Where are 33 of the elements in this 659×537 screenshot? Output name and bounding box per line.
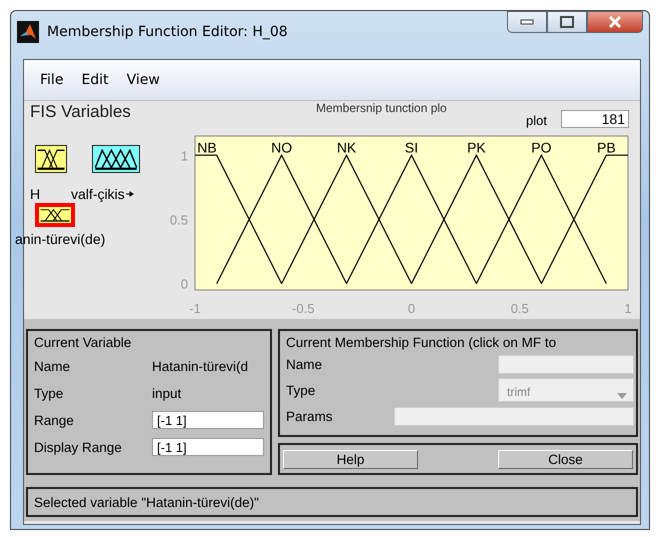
axis-tick-label: 0 — [180, 276, 188, 292]
window-title: Membership Function Editor: H_08 — [47, 24, 288, 40]
curve-label: PB — [597, 139, 616, 156]
curve-label: SI — [404, 139, 418, 156]
axis-tick-label: 0 — [408, 301, 416, 316]
variable-label: valf-çikis — [71, 186, 134, 202]
axis-tick-label: -0.5 — [292, 301, 314, 316]
status-text: Selected variable "Hatanin-türevi(de)" — [34, 494, 259, 510]
field-label: Range — [34, 412, 75, 428]
curve-label: NB — [197, 139, 217, 156]
plot-title: Membersnip tunction plo — [316, 101, 447, 115]
axis-tick-label: 1 — [624, 301, 632, 316]
section-title: FIS Variables — [30, 102, 131, 122]
points-label: plot — [526, 113, 547, 128]
field-label: Type — [34, 386, 64, 400]
axis-tick-label: 0.5 — [510, 301, 529, 316]
axis-tick-label: -1 — [189, 301, 201, 316]
curve-label: PO — [531, 139, 552, 156]
field-label: Name — [34, 358, 72, 374]
axis-tick-label: 0.5 — [170, 212, 188, 228]
field-label: Name — [286, 356, 322, 372]
curve-label: NO — [271, 139, 292, 156]
field-label: Display Range — [34, 440, 123, 454]
field-label: Params — [286, 408, 333, 424]
curve-label: PK — [467, 139, 486, 156]
variable-label: H — [30, 186, 40, 202]
axis-tick-label: 1 — [180, 148, 188, 164]
field-label: Type — [286, 382, 316, 398]
panel-title: Current Variable — [34, 335, 132, 350]
panel-title: Current Membership Function (click on MF to — [286, 335, 558, 350]
field-value: input — [152, 386, 182, 400]
field-value: Hatanin-türevi(d — [152, 358, 248, 374]
curve-label: NK — [336, 139, 356, 156]
